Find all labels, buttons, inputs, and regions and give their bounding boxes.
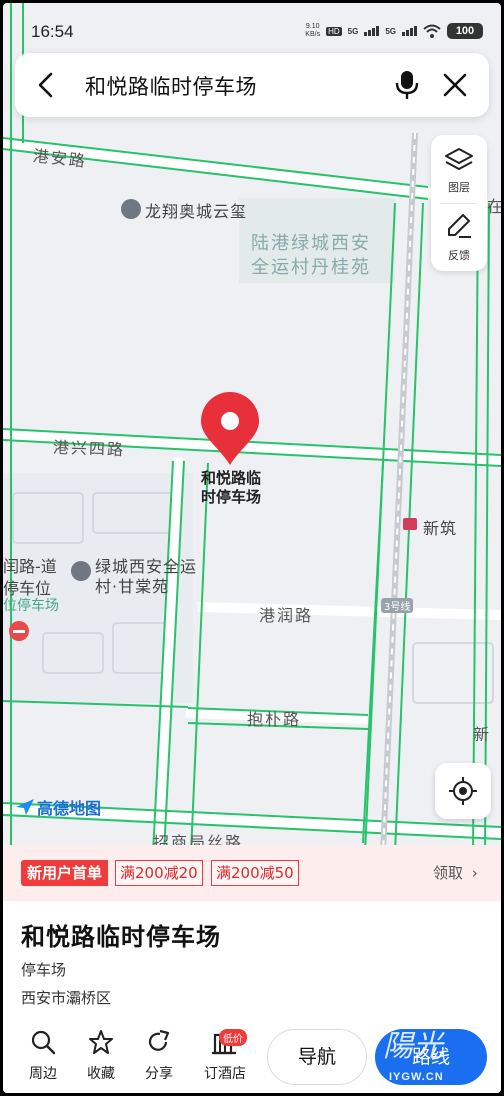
nearby-button[interactable]: 周边 — [17, 1029, 69, 1085]
favorite-label: 收藏 — [87, 1066, 115, 1082]
coupon-offer-a[interactable]: 满200减20 — [115, 860, 203, 886]
place-category: 停车场 — [21, 961, 67, 979]
share-label: 分享 — [145, 1066, 173, 1082]
poi-label-left-3[interactable]: 位停车场 — [3, 595, 59, 615]
search-bar: 和悦路临时停车场 — [15, 53, 489, 117]
amap-logo-text: 高德地图 — [37, 799, 102, 818]
layers-icon — [445, 148, 473, 170]
app-screen: 港安路 龙翔奥城云玺 陆港绿城西安 全运村丹桂苑 港兴四路 新筑 绿城西安全运 … — [3, 3, 501, 1093]
share-button[interactable]: 分享 — [133, 1029, 185, 1085]
status-time: 16:54 — [31, 22, 74, 41]
residential-poi-icon-2[interactable] — [71, 561, 91, 581]
coupon-offer-b[interactable]: 满200减50 — [211, 860, 299, 886]
route-button[interactable]: 路线 — [375, 1029, 487, 1085]
amap-logo-icon — [16, 799, 34, 815]
crosshair-icon — [449, 777, 477, 805]
no-entry-icon[interactable] — [9, 621, 29, 641]
claim-label: 领取 — [433, 864, 464, 882]
hd-badge: HD — [326, 26, 342, 36]
feedback-button[interactable]: 反馈 — [431, 203, 487, 271]
layers-button[interactable]: 图层 — [431, 135, 487, 203]
signal-icon — [364, 26, 380, 36]
network-type-2: 5G — [385, 26, 396, 36]
hotel-label: 订酒店 — [204, 1066, 246, 1082]
network-speed-value: 9.10 — [305, 23, 320, 30]
place-card: 和悦路临时停车场 停车场 西安市灞桥区 周边 收藏 分享 订酒店 低价 导航 路… — [3, 901, 501, 1093]
location-pin-icon[interactable] — [199, 391, 261, 467]
back-arrow-icon[interactable] — [33, 71, 61, 99]
nearby-label: 周边 — [29, 1066, 57, 1082]
search-input[interactable]: 和悦路临时停车场 — [85, 71, 257, 101]
network-speed-unit: KB/s — [305, 31, 321, 38]
star-icon — [89, 1030, 113, 1054]
coupon-banner[interactable]: 新用户首单 满200减20 满200减50 领取 › — [3, 845, 501, 901]
poi-label-left-1[interactable]: 闰路-道 — [3, 553, 57, 577]
network-type-1: 5G — [347, 26, 359, 36]
low-price-badge: 低价 — [219, 1029, 247, 1046]
wifi-icon — [423, 24, 441, 38]
layers-label: 图层 — [448, 181, 470, 194]
station-label-xinzhu[interactable]: 新筑 — [423, 515, 457, 539]
battery-indicator: 100 — [447, 23, 483, 39]
poi-label-longxiang[interactable]: 龙翔奥城云玺 — [145, 198, 247, 222]
metro-line-badge: 3号线 — [381, 598, 414, 613]
map-edge-label-1: 新 — [473, 725, 492, 744]
claim-link[interactable]: 领取 › — [433, 862, 478, 883]
pin-label-line2: 时停车场 — [200, 488, 261, 506]
feedback-label: 反馈 — [448, 249, 470, 262]
map-edge-label-2: 在 — [487, 197, 501, 216]
search-icon — [31, 1030, 56, 1055]
close-icon[interactable] — [441, 71, 469, 99]
pin-label-line1: 和悦路临 — [200, 469, 261, 487]
edit-pen-icon — [448, 214, 471, 238]
residential-poi-icon[interactable] — [121, 199, 141, 219]
locate-me-button[interactable] — [435, 763, 491, 819]
status-bar: 16:54 9.10 KB/s HD 5G 5G 100 — [3, 3, 501, 55]
new-user-tag: 新用户首单 — [21, 860, 109, 886]
poi-label-lvcheng-2[interactable]: 村·甘棠苑 — [95, 573, 169, 597]
map-tool-panel: 图层 反馈 — [431, 135, 487, 271]
map-view[interactable]: 港安路 龙翔奥城云玺 陆港绿城西安 全运村丹桂苑 港兴四路 新筑 绿城西安全运 … — [3, 3, 501, 853]
favorite-button[interactable]: 收藏 — [75, 1029, 127, 1085]
pin-label: 和悦路临 时停车场 — [191, 469, 271, 507]
share-icon — [148, 1029, 170, 1051]
amap-logo: 高德地图 — [15, 795, 101, 819]
road-label-baopu: 抱朴路 — [247, 710, 302, 729]
road-label-gangrun: 港润路 — [259, 606, 314, 625]
poi-label-lugang-1[interactable]: 陆港绿城西安 — [251, 229, 371, 255]
place-address: 西安市灞桥区 — [21, 989, 112, 1007]
place-title: 和悦路临时停车场 — [21, 923, 221, 951]
road-label-gangxing4: 港兴四路 — [52, 437, 126, 460]
signal-icon-2 — [402, 26, 417, 36]
status-icons: 9.10 KB/s HD 5G 5G 100 — [305, 23, 483, 39]
chevron-right-icon: › — [471, 864, 478, 882]
network-speed: 9.10 KB/s — [305, 23, 320, 39]
navigate-button[interactable]: 导航 — [267, 1029, 367, 1085]
poi-label-lugang-2[interactable]: 全运村丹桂苑 — [251, 253, 371, 279]
microphone-icon[interactable] — [393, 69, 421, 101]
